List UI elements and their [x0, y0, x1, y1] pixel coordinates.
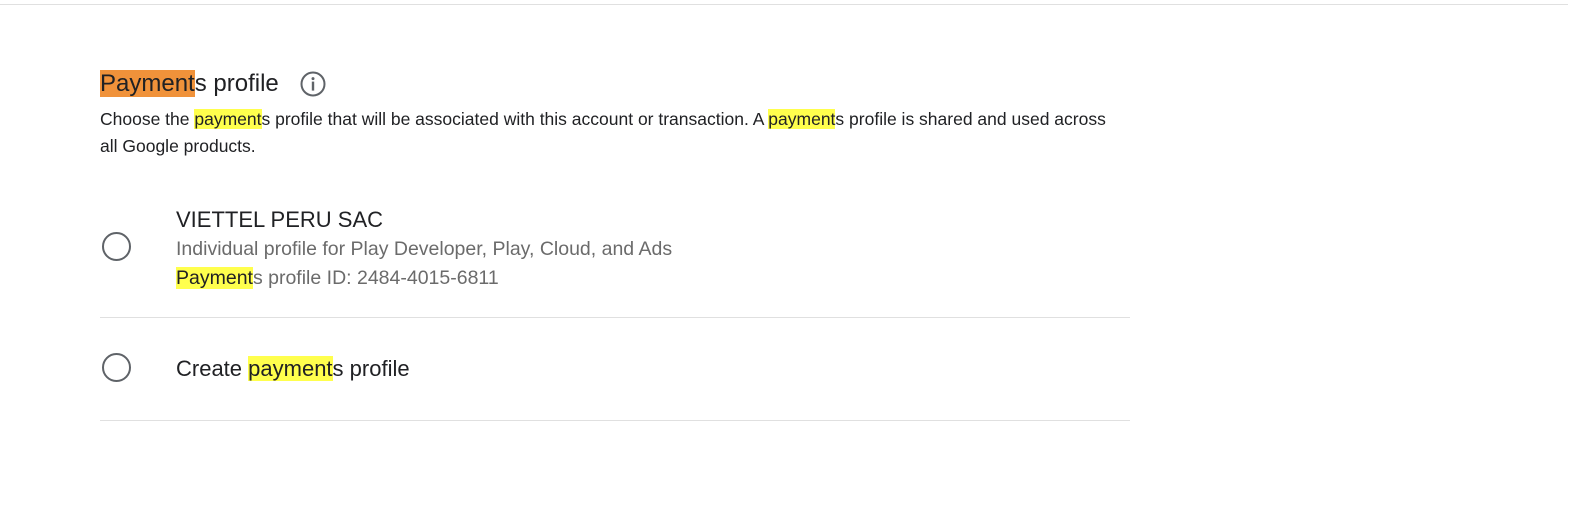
profile-name: VIETTEL PERU SAC — [176, 207, 384, 232]
section-description: Choose the payments profile that will be… — [100, 106, 1110, 160]
description-text: s profile that will be associated with t… — [261, 109, 769, 129]
create-label-suffix: s profile — [332, 356, 410, 381]
profile-id-text: s profile ID: 2484-4015-6811 — [252, 267, 499, 289]
radio-button-profile[interactable] — [102, 232, 131, 261]
top-divider — [0, 4, 1568, 5]
profile-id: Payments profile ID: 2484-4015-6811 — [176, 264, 672, 293]
payments-profile-section: Payments profile Choose the payments pro… — [100, 66, 1130, 421]
create-option-details: Create payments profile — [176, 354, 410, 384]
create-label-prefix: Create — [176, 356, 249, 381]
profile-option-details: VIETTEL PERU SAC Individual profile for … — [176, 205, 672, 293]
create-profile-label: Create payments profile — [176, 354, 410, 384]
profile-options-list: VIETTEL PERU SAC Individual profile for … — [100, 198, 1130, 421]
search-highlight: payment — [248, 356, 333, 381]
profile-option-viettel[interactable]: VIETTEL PERU SAC Individual profile for … — [100, 198, 1130, 318]
description-text: Choose the — [100, 109, 195, 129]
radio-button-create[interactable] — [102, 353, 131, 382]
profile-type: Individual profile for Play Developer, P… — [176, 238, 673, 260]
section-title: Payments profile — [100, 66, 279, 102]
search-highlight: Payment — [176, 267, 253, 289]
search-highlight: payment — [194, 109, 262, 129]
search-highlight-current: Payment — [100, 70, 195, 97]
info-circle-icon[interactable] — [299, 70, 327, 98]
section-title-rest: s profile — [194, 70, 279, 97]
section-header: Payments profile — [100, 66, 1130, 102]
search-highlight: payment — [768, 109, 836, 129]
create-profile-option[interactable]: Create payments profile — [100, 318, 1130, 421]
